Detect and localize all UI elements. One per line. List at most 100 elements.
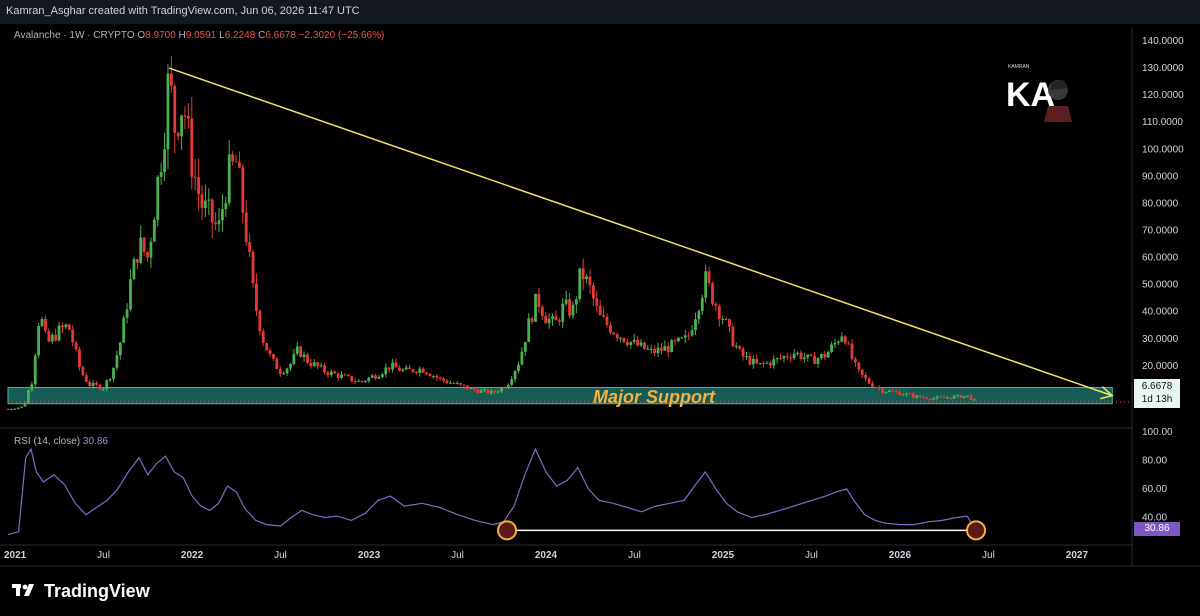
price-tick-label: 120.0000 (1142, 90, 1184, 101)
tradingview-brand[interactable]: TradingView (12, 581, 150, 603)
candle-body (506, 384, 510, 389)
candle-body (585, 276, 588, 280)
candle-body (728, 319, 731, 327)
tradingview-logo-icon (12, 582, 38, 603)
candle-body (864, 374, 868, 379)
candle-body (966, 395, 970, 397)
candle-body (796, 352, 799, 354)
candle-body (432, 376, 435, 378)
candle-body (639, 342, 643, 346)
candle-body (149, 241, 153, 258)
candle-body (547, 318, 551, 324)
candle-body (455, 383, 459, 385)
candle-body (27, 390, 30, 404)
candle-body (108, 379, 112, 381)
candle-body (837, 341, 840, 343)
candle-body (602, 315, 605, 317)
candle-body (500, 387, 503, 392)
candle-body (813, 355, 816, 364)
candle-body (741, 348, 745, 357)
candle-body (401, 369, 405, 371)
candle-body (404, 367, 408, 370)
rsi-tick-label: 80.00 (1142, 456, 1167, 467)
candle-body (945, 397, 949, 399)
candle-body (782, 356, 786, 359)
candle-body (636, 339, 640, 346)
candle-body (81, 367, 85, 376)
candle-body (394, 362, 398, 368)
candle-body (656, 347, 660, 354)
candle-body (854, 359, 857, 363)
candle-body (326, 372, 330, 376)
candle-body (64, 324, 68, 328)
candle-body (748, 356, 752, 365)
candle-body (299, 346, 303, 358)
candle-body (540, 307, 544, 317)
candle-body (626, 342, 629, 346)
rsi-value-tag: 30.86 (1134, 522, 1180, 536)
candle-body (251, 251, 255, 284)
candle-body (962, 396, 966, 399)
candle-body (452, 382, 456, 384)
candle-body (139, 237, 143, 263)
candle-body (768, 362, 772, 366)
candle-body (115, 355, 119, 368)
candle-body (687, 335, 691, 337)
candle-body (244, 212, 248, 243)
candle-body (711, 283, 714, 305)
candle-body (483, 389, 486, 391)
time-tick-label: 2027 (1066, 550, 1089, 561)
candle-body (186, 115, 190, 119)
candle-body (384, 367, 388, 375)
candle-body (442, 378, 446, 381)
candle-body (54, 334, 58, 341)
candle-body (608, 324, 612, 333)
candle-body (428, 374, 432, 377)
change-value: −2.3020 (−25.66%) (298, 30, 385, 41)
candle-body (884, 391, 888, 393)
price-tick-label: 60.0000 (1142, 253, 1179, 264)
time-tick-label: 2021 (4, 550, 27, 561)
candle-body (785, 356, 789, 358)
candle-body (122, 317, 126, 343)
candle-body (717, 306, 721, 320)
candle-body (180, 115, 183, 137)
candle-body (479, 390, 483, 393)
candle-body (425, 372, 429, 375)
candle-body (360, 380, 364, 382)
candle-body (765, 362, 769, 364)
candle-body (101, 388, 105, 390)
candle-body (510, 379, 514, 385)
candle-body (67, 324, 71, 330)
author-logo: KAMRAN KA (1002, 62, 1078, 124)
time-tick-label: 2023 (358, 550, 381, 561)
candle-body (33, 355, 37, 385)
open-label: O (137, 30, 146, 41)
candle-body (534, 293, 537, 322)
candle-body (523, 342, 527, 352)
candle-body (581, 268, 585, 280)
candle-body (775, 358, 779, 360)
candle-body (894, 391, 898, 393)
candle-body (197, 177, 200, 195)
candle-body (278, 369, 282, 374)
candle-body (445, 380, 449, 384)
candle-body (37, 326, 41, 356)
candle-body (918, 395, 922, 398)
candle-body (843, 336, 847, 344)
price-tick-label: 30.0000 (1142, 334, 1179, 345)
attribution-text: Kamran_Asghar created with TradingView.c… (6, 5, 360, 17)
candle-body (758, 363, 762, 365)
candle-body (268, 350, 272, 354)
candle-body (159, 172, 163, 177)
candle-body (295, 346, 299, 354)
candle-body (571, 304, 575, 316)
candle-body (704, 271, 708, 298)
candle-body (779, 358, 782, 360)
candle-body (44, 319, 47, 331)
candle-body (605, 316, 609, 325)
candle-body (221, 209, 224, 221)
candle-body (367, 377, 371, 381)
time-tick-label: 2024 (535, 550, 558, 561)
candle-body (207, 199, 211, 201)
